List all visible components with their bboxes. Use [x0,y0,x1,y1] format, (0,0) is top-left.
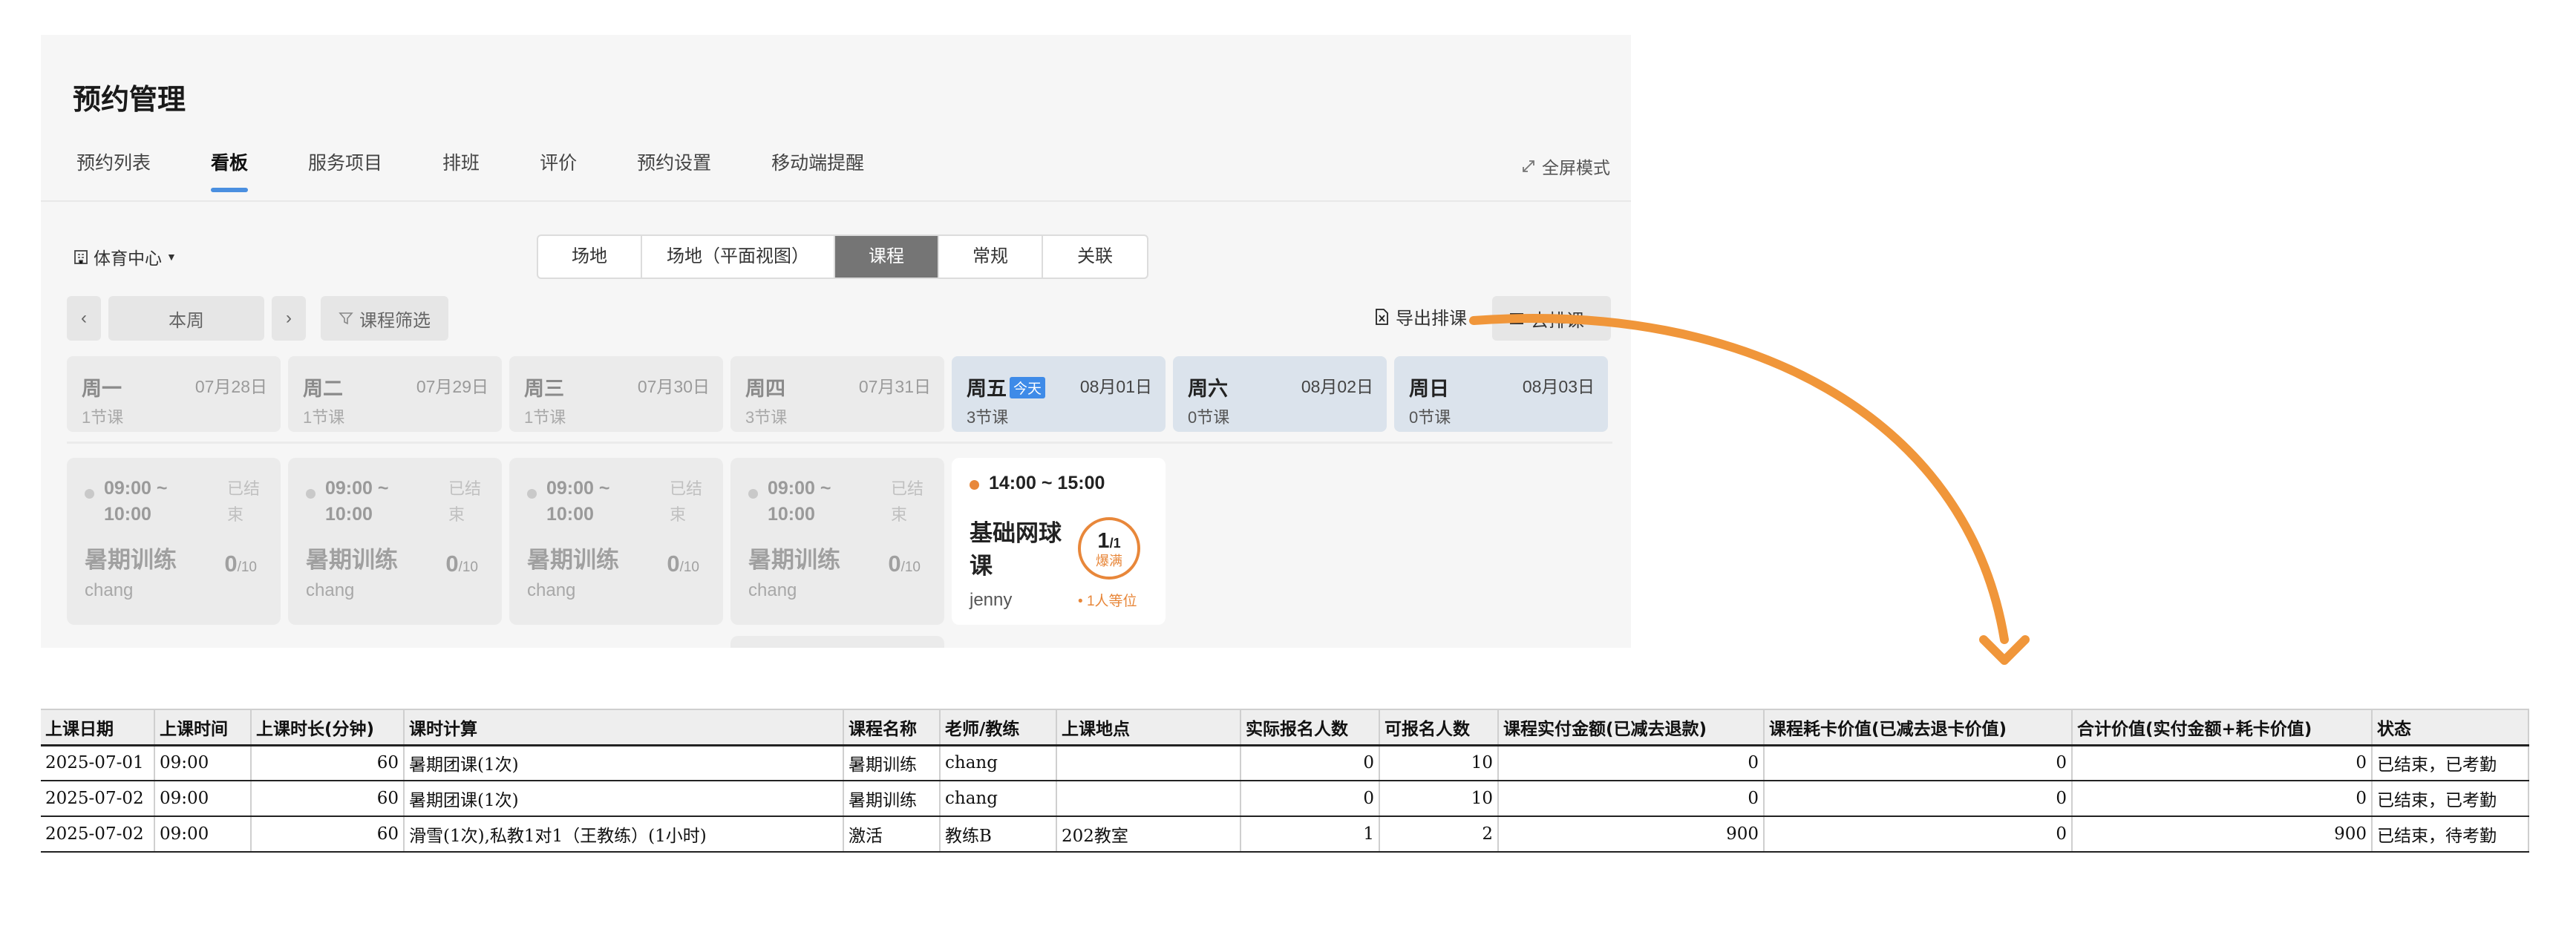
table-cell: 2025-07-01 [41,745,155,781]
table-cell: 0 [1498,745,1765,781]
table-cell: 0 [1240,745,1380,781]
table-cell: 滑雪(1次),私教1对1（王教练）(1小时) [404,816,844,853]
table-cell: 60 [251,816,405,853]
table-cell: 0 [1764,781,2073,817]
column-header: 上课地点 [1056,709,1241,746]
table-cell: 0 [1498,781,1765,817]
table-cell: 09:00 [154,745,252,781]
column-header: 课程实付金额(已减去退款) [1498,709,1765,746]
column-header: 上课日期 [41,709,155,746]
table-cell: 60 [251,745,405,781]
table-cell: 1 [1240,816,1380,853]
export-table: 上课日期 上课时间 上课时长(分钟) 课时计算 课程名称 老师/教练 上课地点 … [41,709,2529,853]
table-cell: 900 [2072,816,2373,853]
column-header: 老师/教练 [940,709,1057,746]
table-cell: chang [940,781,1057,817]
table-cell: 教练B [940,816,1057,853]
table-cell: 202教室 [1056,816,1241,853]
table-cell: 10 [1379,781,1499,817]
table-cell: 暑期训练 [843,781,941,817]
column-header: 课程耗卡价值(已减去退卡价值) [1764,709,2073,746]
table-cell: 2 [1379,816,1499,853]
table-cell: 0 [2072,745,2373,781]
table-cell: 60 [251,781,405,817]
column-header: 上课时长(分钟) [251,709,405,746]
column-header: 课时计算 [404,709,844,746]
table-header-row: 上课日期 上课时间 上课时长(分钟) 课时计算 课程名称 老师/教练 上课地点 … [41,709,2529,746]
table-cell: 10 [1379,745,1499,781]
table-cell: 已结束，已考勤 [2372,781,2529,817]
table-cell: 0 [1764,745,2073,781]
table-cell: 暑期团课(1次) [404,745,844,781]
table-cell: 0 [1764,816,2073,853]
table-cell: 900 [1498,816,1765,853]
table-cell [1056,781,1241,817]
column-header: 可报名人数 [1379,709,1499,746]
table-cell: 09:00 [154,781,252,817]
table-cell: chang [940,745,1057,781]
column-header: 合计价值(实付金额+耗卡价值) [2072,709,2373,746]
column-header: 状态 [2372,709,2529,746]
table-cell: 暑期团课(1次) [404,781,844,817]
table-cell: 暑期训练 [843,745,941,781]
table-cell: 2025-07-02 [41,781,155,817]
table-row: 2025-07-02 09:00 60 暑期团课(1次) 暑期训练 chang … [41,781,2529,817]
table-row: 2025-07-01 09:00 60 暑期团课(1次) 暑期训练 chang … [41,745,2529,781]
table-cell: 已结束，待考勤 [2372,816,2529,853]
arrow-curve [1469,314,2009,644]
table-cell: 0 [1240,781,1380,817]
table-cell: 激活 [843,816,941,853]
column-header: 上课时间 [154,709,252,746]
table-cell: 已结束，已考勤 [2372,745,2529,781]
table-cell [1056,745,1241,781]
table-cell: 2025-07-02 [41,816,155,853]
column-header: 课程名称 [843,709,941,746]
column-header: 实际报名人数 [1240,709,1380,746]
table-cell: 09:00 [154,816,252,853]
table-cell: 0 [2072,781,2373,817]
table-row: 2025-07-02 09:00 60 滑雪(1次),私教1对1（王教练）(1小… [41,816,2529,853]
